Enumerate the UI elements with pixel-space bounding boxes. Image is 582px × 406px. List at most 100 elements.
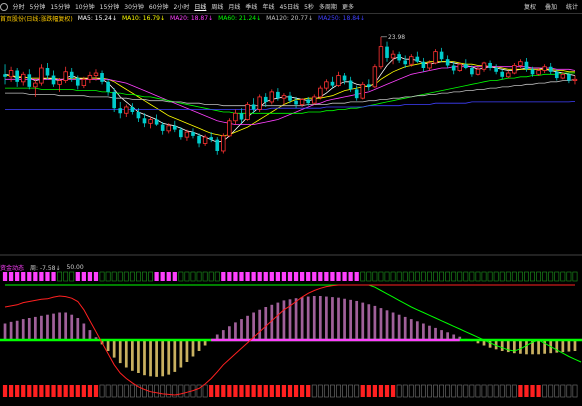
top-strip-cell [233, 272, 238, 281]
bottom-strip-cell [427, 384, 432, 398]
bottom-strip-cell [323, 384, 329, 398]
bottom-strip-cell [93, 385, 99, 397]
top-strip-cell [135, 271, 141, 282]
bottom-strip-cell [554, 384, 560, 398]
top-strip-cell [196, 271, 202, 282]
top-strip-cell [360, 271, 366, 282]
candle-body [409, 56, 414, 65]
top-strip-cell [69, 271, 75, 282]
candle-body [179, 129, 183, 138]
candle-body [372, 66, 378, 88]
candle-body [75, 78, 80, 86]
candle-body [330, 81, 335, 86]
bottom-strip-cell [408, 384, 414, 398]
candle-body [445, 59, 450, 66]
top-strip-cell [269, 272, 274, 281]
bottom-strip-cell [572, 384, 578, 398]
bottom-strip-cell [117, 384, 123, 398]
top-strip-cell [2, 272, 8, 281]
top-strip-cell [123, 271, 129, 282]
candle-body [390, 53, 396, 59]
candle-body [269, 91, 275, 103]
candle-body [87, 75, 93, 80]
top-strip-cell [414, 271, 420, 282]
candle-body [118, 108, 123, 114]
top-strip-cell [15, 272, 20, 281]
top-strip-cell [439, 271, 445, 282]
candle-body [81, 78, 87, 86]
candle-body [294, 100, 298, 105]
bottom-strip-cell [493, 384, 499, 398]
bottom-strip-cell [402, 384, 408, 398]
candle-body [488, 62, 492, 68]
top-strip-cell [129, 271, 135, 282]
candle-body [106, 81, 110, 92]
top-strip-cell [390, 271, 396, 282]
candle-body [354, 89, 359, 99]
bottom-strip-cell [342, 384, 347, 398]
top-strip-cell [505, 271, 511, 282]
top-strip-cell [57, 271, 63, 282]
top-strip-cell [239, 272, 244, 281]
candle-body [457, 63, 462, 71]
candle-body [227, 120, 232, 137]
candle-body [197, 135, 201, 144]
bottom-strip-cell [463, 384, 469, 398]
candle-body [470, 68, 474, 75]
bottom-strip-cell [390, 385, 396, 397]
candle-body [554, 71, 559, 79]
top-strip-cell [342, 272, 347, 281]
top-strip-cell [63, 271, 69, 282]
top-strip-cell [33, 272, 38, 281]
candle-body [451, 65, 456, 71]
top-strip-cell [420, 271, 426, 282]
bottom-strip-cell [566, 384, 572, 398]
bottom-strip-cell [281, 385, 287, 397]
candle-body [306, 99, 311, 104]
bottom-strip-cell [51, 385, 56, 397]
top-strip-cell [330, 272, 335, 281]
bottom-strip-cell [451, 384, 457, 398]
bottom-strip-cell [142, 384, 147, 398]
top-strip-cell [111, 271, 117, 282]
candle-body [209, 137, 213, 140]
top-strip-cell [493, 271, 499, 282]
top-strip-cell [300, 272, 305, 281]
top-strip-cell [166, 272, 171, 281]
top-strip-cell [384, 271, 390, 282]
candle-body [367, 84, 371, 87]
top-strip-cell [275, 272, 280, 281]
candle-body [518, 61, 523, 66]
candle-body [100, 73, 104, 82]
candle-body [51, 75, 56, 85]
candle-body [63, 71, 68, 81]
bottom-strip-cell [129, 384, 135, 398]
candle-body [239, 113, 244, 120]
top-strip-cell [75, 272, 80, 281]
bottom-strip-cell [306, 385, 311, 397]
candle-body [403, 60, 408, 65]
candle-body [45, 68, 50, 76]
candle-body [378, 46, 384, 68]
candle-body [166, 125, 171, 132]
candle-body [172, 125, 177, 130]
bottom-strip-cell [2, 385, 8, 397]
bottom-strip-cell [481, 384, 487, 398]
candle-body [191, 132, 195, 136]
bottom-strip-cell [81, 385, 86, 397]
bottom-strip-cell [257, 385, 262, 397]
top-strip-cell [408, 271, 414, 282]
candle-body [8, 70, 14, 78]
top-strip-cell [366, 271, 372, 282]
top-strip-cell [287, 272, 293, 281]
candle-body [263, 96, 268, 102]
top-strip-cell [402, 271, 408, 282]
bottom-strip-cell [215, 385, 220, 397]
top-strip-cell [202, 271, 208, 282]
top-strip-cell [45, 272, 50, 281]
candle-body [542, 66, 547, 71]
candle-body [318, 87, 323, 98]
top-strip-cell [251, 272, 256, 281]
candle-body [348, 80, 353, 90]
bottom-strip-cell [160, 384, 166, 398]
